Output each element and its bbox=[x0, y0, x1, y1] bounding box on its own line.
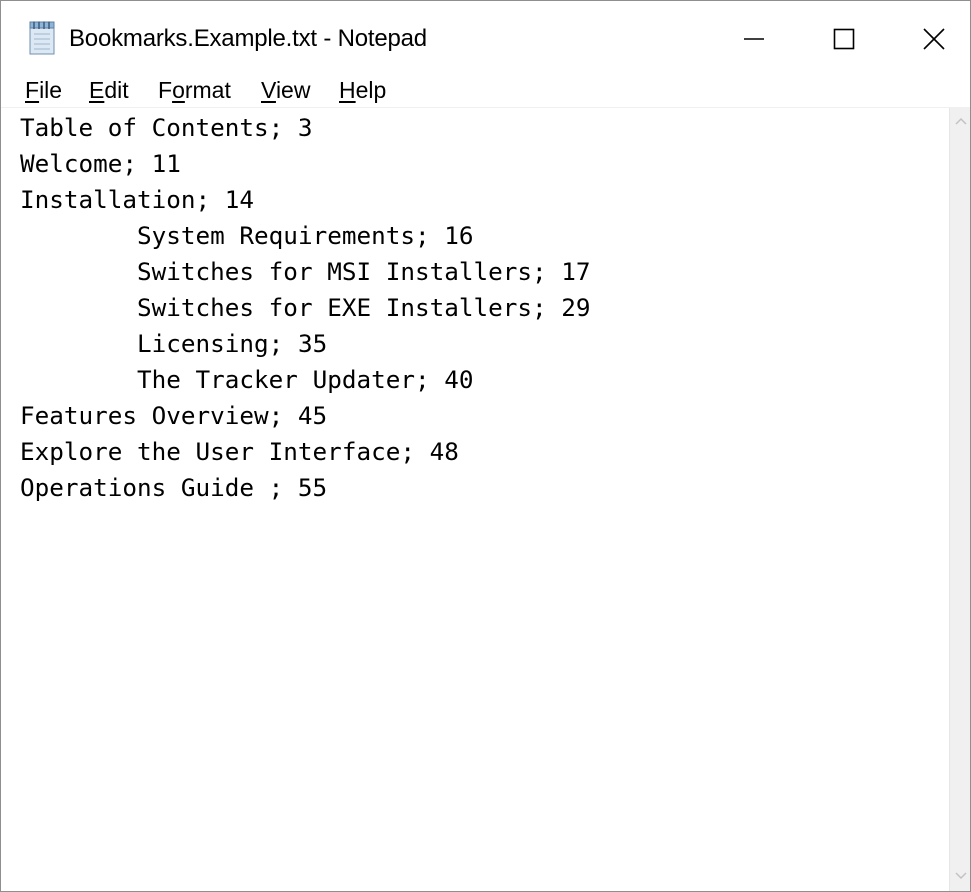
menu-view-label: iew bbox=[275, 77, 311, 103]
menu-help-label: elp bbox=[355, 77, 387, 103]
menu-format-prefix: F bbox=[158, 77, 173, 103]
menu-file-label: ile bbox=[39, 77, 63, 103]
text-line: Features Overview; 45 bbox=[20, 401, 328, 430]
menu-edit-mnemonic: E bbox=[89, 77, 105, 103]
text-line: Operations Guide ; 55 bbox=[20, 473, 328, 502]
text-line: Switches for MSI Installers; 17 bbox=[20, 257, 591, 286]
minimize-icon bbox=[744, 38, 764, 40]
text-editor-area[interactable]: Table of Contents; 3 Welcome; 11 Install… bbox=[1, 108, 949, 891]
menu-format-label: rmat bbox=[184, 77, 231, 103]
chevron-down-icon bbox=[954, 872, 967, 880]
menu-help-mnemonic: H bbox=[339, 77, 356, 103]
menu-view-mnemonic: V bbox=[261, 77, 276, 103]
menu-help[interactable]: Help bbox=[339, 77, 386, 104]
notepad-icon bbox=[29, 21, 55, 55]
menu-view[interactable]: View bbox=[261, 77, 310, 104]
text-line: Welcome; 11 bbox=[20, 149, 181, 178]
scroll-up-button[interactable] bbox=[950, 116, 970, 132]
title-bar[interactable]: Bookmarks.Example.txt - Notepad bbox=[1, 1, 970, 71]
maximize-button[interactable] bbox=[799, 9, 889, 69]
menu-edit-label: dit bbox=[104, 77, 129, 103]
text-line: Switches for EXE Installers; 29 bbox=[20, 293, 591, 322]
menu-edit[interactable]: Edit bbox=[89, 77, 129, 104]
menu-bar: File Edit Format View Help bbox=[1, 73, 970, 107]
scroll-down-button[interactable] bbox=[950, 871, 970, 887]
text-line: System Requirements; 16 bbox=[20, 221, 474, 250]
text-line: Table of Contents; 3 bbox=[20, 113, 313, 142]
close-button[interactable] bbox=[889, 9, 970, 69]
text-line: Licensing; 35 bbox=[20, 329, 328, 358]
vertical-scrollbar[interactable] bbox=[949, 108, 970, 891]
minimize-button[interactable] bbox=[709, 9, 799, 69]
window-title: Bookmarks.Example.txt - Notepad bbox=[69, 25, 427, 52]
menu-format[interactable]: Format bbox=[158, 77, 231, 104]
menu-file[interactable]: File bbox=[25, 77, 62, 104]
text-line: Installation; 14 bbox=[20, 185, 255, 214]
menu-file-mnemonic: F bbox=[25, 77, 40, 103]
menu-format-mnemonic: o bbox=[172, 77, 185, 103]
chevron-up-icon bbox=[954, 117, 967, 125]
text-line: Explore the User Interface; 48 bbox=[20, 437, 459, 466]
close-icon bbox=[923, 28, 945, 50]
maximize-icon bbox=[833, 28, 855, 50]
notepad-window: Bookmarks.Example.txt - Notepad File Edi… bbox=[0, 0, 971, 892]
text-line: The Tracker Updater; 40 bbox=[20, 365, 474, 394]
